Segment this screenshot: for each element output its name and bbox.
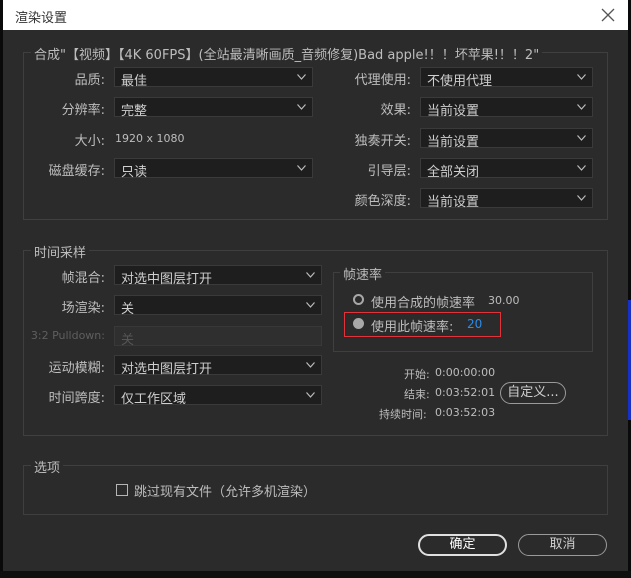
frame-rate-input[interactable]: 20 (467, 317, 482, 331)
title-bar: 渲染设置 (3, 0, 628, 30)
chevron-down-icon (306, 362, 315, 368)
proxy-dropdown[interactable]: 不使用代理 (420, 67, 593, 89)
custom-button[interactable]: 自定义... (500, 382, 566, 404)
effects-dropdown[interactable]: 当前设置 (420, 97, 593, 119)
chevron-down-icon (577, 195, 586, 201)
pulldown-value: 关 (121, 333, 135, 348)
disk-cache-value: 只读 (121, 165, 148, 180)
frame-blend-value: 对选中图层打开 (121, 272, 213, 287)
duration-label: 持续时间: (379, 408, 427, 421)
window-title: 渲染设置 (15, 11, 68, 26)
options-title: 选项 (31, 457, 64, 476)
disk-cache-dropdown[interactable]: 只读 (114, 158, 313, 180)
quality-value: 最佳 (121, 74, 148, 89)
resolution-label: 分辨率: (61, 103, 105, 118)
composition-title: 合成"【视频】【4K 60FPS】(全站最清晰画质_音频修复)Bad apple… (31, 44, 543, 63)
field-render-value: 关 (121, 302, 135, 317)
start-value: 0:00:00:00 (435, 366, 496, 379)
skip-existing-label[interactable]: 跳过现有文件（允许多机渲染） (134, 481, 316, 500)
solo-label: 独奏开关: (354, 134, 411, 149)
chevron-down-icon (297, 104, 306, 110)
color-depth-label: 颜色深度: (354, 194, 411, 209)
end-value: 0:03:52:01 (435, 386, 496, 399)
close-icon[interactable] (598, 5, 618, 25)
frame-rate-title: 帧速率 (340, 264, 386, 283)
motion-blur-dropdown[interactable]: 对选中图层打开 (114, 355, 322, 377)
start-label: 开始: (404, 368, 430, 381)
field-render-label: 场渲染: (61, 301, 105, 316)
solo-value: 当前设置 (427, 135, 480, 150)
chevron-down-icon (297, 74, 306, 80)
chevron-down-icon (306, 302, 315, 308)
end-label: 结束: (404, 388, 430, 401)
color-depth-dropdown[interactable]: 当前设置 (420, 188, 593, 210)
frame-blend-dropdown[interactable]: 对选中图层打开 (114, 265, 322, 287)
render-settings-dialog: 渲染设置 合成"【视频】【4K 60FPS】(全站最清晰画质_音频修复)Bad … (3, 0, 628, 576)
ok-button[interactable]: 确定 (418, 534, 507, 556)
guide-value: 全部关闭 (427, 165, 480, 180)
chevron-down-icon (306, 272, 315, 278)
skip-existing-checkbox[interactable] (116, 484, 128, 496)
chevron-down-icon (577, 165, 586, 171)
guide-label: 引导层: (367, 164, 411, 179)
quality-dropdown[interactable]: 最佳 (114, 67, 313, 89)
proxy-label: 代理使用: (354, 73, 411, 88)
guide-dropdown[interactable]: 全部关闭 (420, 158, 593, 180)
time-span-dropdown[interactable]: 仅工作区域 (114, 385, 322, 407)
use-comp-rate-radio[interactable] (353, 294, 364, 305)
resolution-dropdown[interactable]: 完整 (114, 97, 313, 119)
pulldown-dropdown: 关 (114, 326, 322, 348)
frame-blend-label: 帧混合: (61, 271, 105, 286)
cancel-button[interactable]: 取消 (518, 534, 607, 556)
effects-label: 效果: (380, 103, 411, 118)
effects-value: 当前设置 (427, 104, 480, 119)
size-label: 大小: (74, 134, 105, 149)
time-sampling-title: 时间采样 (31, 242, 90, 261)
chevron-down-icon (306, 392, 315, 398)
field-render-dropdown[interactable]: 关 (114, 295, 322, 317)
use-this-rate-label[interactable]: 使用此帧速率: (371, 316, 453, 335)
chevron-down-icon (577, 135, 586, 141)
duration-value: 0:03:52:03 (435, 406, 496, 419)
size-value: 1920 x 1080 (115, 132, 185, 145)
color-depth-value: 当前设置 (427, 195, 480, 210)
chevron-down-icon (577, 74, 586, 80)
chevron-down-icon (577, 104, 586, 110)
time-span-value: 仅工作区域 (121, 392, 187, 407)
chevron-down-icon (297, 165, 306, 171)
pulldown-label: 3:2 Pulldown: (30, 329, 105, 342)
proxy-value: 不使用代理 (427, 74, 493, 89)
time-span-label: 时间跨度: (48, 391, 105, 406)
motion-blur-value: 对选中图层打开 (121, 362, 213, 377)
background-bottom-strip (0, 571, 631, 578)
quality-label: 品质: (74, 73, 105, 88)
resolution-value: 完整 (121, 104, 148, 119)
use-comp-rate-label[interactable]: 使用合成的帧速率 (371, 292, 475, 311)
motion-blur-label: 运动模糊: (48, 361, 105, 376)
disk-cache-label: 磁盘缓存: (48, 164, 105, 179)
use-this-rate-radio[interactable] (353, 318, 364, 329)
solo-dropdown[interactable]: 当前设置 (420, 128, 593, 150)
comp-rate-value: 30.00 (488, 294, 520, 307)
